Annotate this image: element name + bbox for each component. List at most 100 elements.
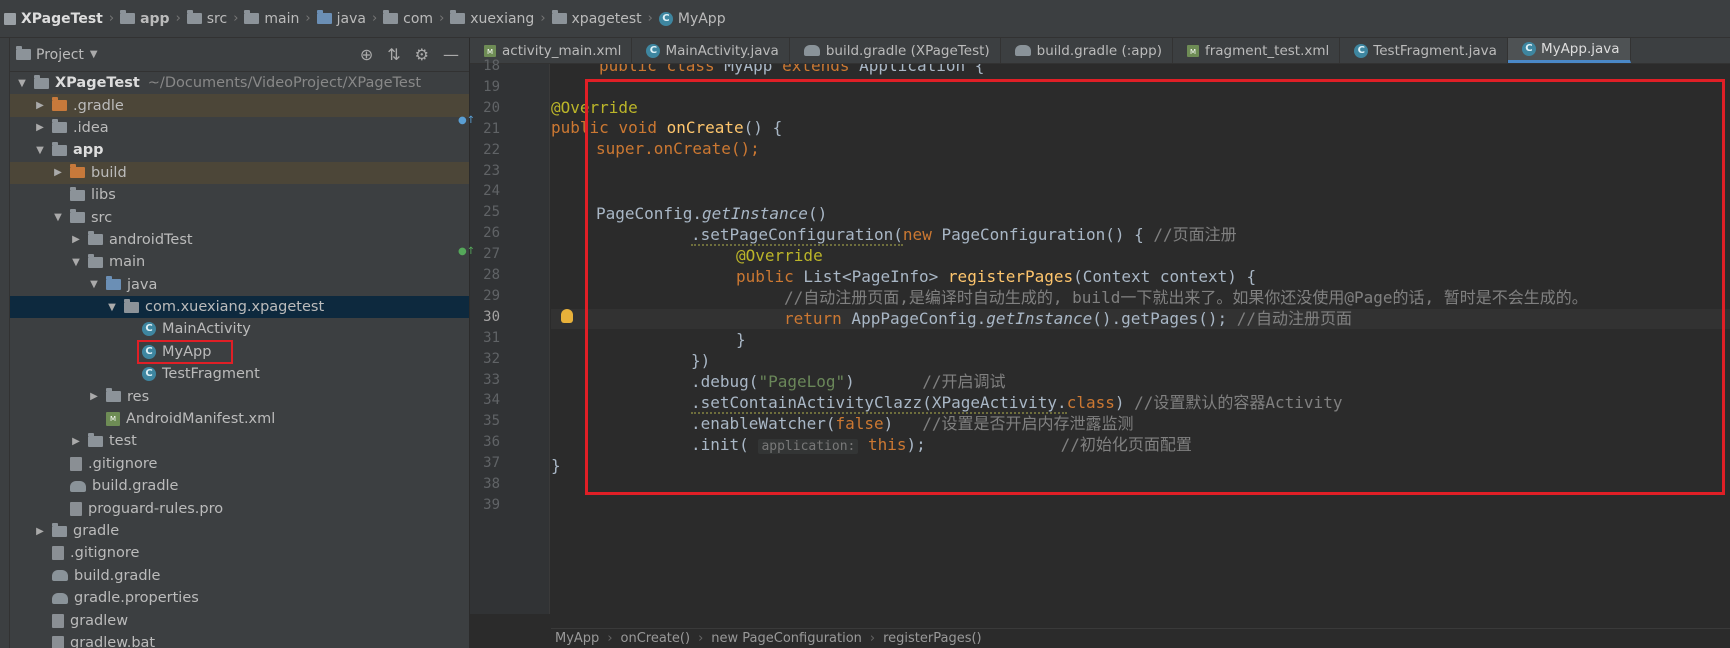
breadcrumb-item[interactable]: java xyxy=(316,10,366,27)
tree-item[interactable]: ▼ app xyxy=(10,139,469,161)
tree-item[interactable]: ▶build.gradle xyxy=(10,475,469,497)
tree-item-label: build.gradle xyxy=(74,567,161,584)
breadcrumb-item[interactable]: com xyxy=(383,10,433,27)
minimize-icon[interactable]: — xyxy=(443,45,459,64)
expanded-arrow-icon[interactable]: ▼ xyxy=(68,257,84,268)
file-icon xyxy=(52,635,64,648)
editor-tab[interactable]: build.gradle (:app) xyxy=(1001,38,1173,63)
line-number: 24 xyxy=(483,183,500,200)
collapsed-arrow-icon[interactable]: ▶ xyxy=(68,436,84,447)
folder-icon xyxy=(70,209,85,224)
folder-icon xyxy=(88,231,103,246)
tree-item[interactable]: ▼ com.xuexiang.xpagetest xyxy=(10,295,469,319)
package-icon xyxy=(450,10,466,24)
tree-item[interactable]: ▶CTestFragment xyxy=(10,363,469,385)
tree-item[interactable]: ▶.gitignore xyxy=(10,542,469,564)
tree-item-label: gradle xyxy=(73,523,120,539)
breadcrumb-item[interactable]: app xyxy=(120,10,170,27)
editor-tab[interactable]: C TestFragment.java xyxy=(1340,38,1508,63)
tree-item-label: com.xuexiang.xpagetest xyxy=(145,299,325,316)
tree-item[interactable]: ▶gradle.properties xyxy=(10,587,469,609)
line-number: 22 xyxy=(483,141,500,158)
tree-item[interactable]: ▶ androidTest xyxy=(10,229,469,251)
package-icon xyxy=(551,10,567,24)
expanded-arrow-icon[interactable]: ▼ xyxy=(50,212,66,223)
tree-item[interactable]: ▶gradlew.bat xyxy=(10,632,469,648)
tool-window-stripe xyxy=(0,38,10,648)
tree-item[interactable]: ▶CMyApp xyxy=(10,341,469,363)
tree-item[interactable]: ▼ XPageTest ~/Documents/VideoProject/XPage… xyxy=(10,72,469,94)
project-path: ~/Documents/VideoProject/XPageTest xyxy=(147,75,422,92)
breadcrumb-item[interactable]: src xyxy=(186,10,227,27)
breadcrumb-item[interactable]: C MyApp xyxy=(658,11,726,27)
code-line: @Override xyxy=(736,246,823,265)
tree-item[interactable]: ▶MAndroidManifest.xml xyxy=(10,408,469,430)
tree-item[interactable]: ▶ gradle xyxy=(10,520,469,542)
folder-icon xyxy=(52,522,67,537)
collapsed-arrow-icon[interactable]: ▶ xyxy=(50,167,66,178)
tree-item[interactable]: ▶libs xyxy=(10,184,469,206)
tree-item[interactable]: ▼ java xyxy=(10,274,469,296)
tree-item[interactable]: ▶build.gradle xyxy=(10,565,469,587)
expanded-arrow-icon[interactable]: ▼ xyxy=(104,302,120,313)
project-panel: Project ▼ ⊕ ⇅ ⚙ — ▼ XPageTest ~/Documents/… xyxy=(10,38,470,648)
editor-tab[interactable]: Mfragment_test.xml xyxy=(1173,38,1341,63)
gear-icon[interactable]: ⚙ xyxy=(415,45,429,64)
tree-item-label: gradlew xyxy=(70,612,129,629)
code-line: public List<PageInfo> registerPages(Cont… xyxy=(736,267,1257,286)
line-number: 31 xyxy=(483,329,500,346)
editor-tab[interactable]: build.gradle (XPageTest) xyxy=(790,38,1001,63)
line-number: 28 xyxy=(483,267,500,283)
code-line: .setPageConfiguration(new PageConfigurat… xyxy=(691,225,1237,246)
tree-item[interactable]: ▶ build xyxy=(10,161,469,184)
collapsed-arrow-icon[interactable]: ▶ xyxy=(32,526,48,537)
collapsed-arrow-icon[interactable]: ▶ xyxy=(32,122,48,133)
tree-item-label: MyApp xyxy=(162,343,212,360)
tree-item[interactable]: ▶gradlew xyxy=(10,609,469,631)
tree-item-label: XPageTest xyxy=(55,75,140,92)
collapse-all-icon[interactable]: ⇅ xyxy=(387,45,400,64)
collapsed-arrow-icon[interactable]: ▶ xyxy=(32,100,48,111)
tree-item[interactable]: ▶ res xyxy=(10,385,469,407)
folder-icon xyxy=(244,10,260,24)
collapsed-arrow-icon[interactable]: ▶ xyxy=(86,391,102,402)
breadcrumb-item[interactable]: main xyxy=(244,10,299,27)
tree-item[interactable]: ▶ test xyxy=(10,430,469,452)
breadcrumb-item[interactable]: xpagetest xyxy=(551,10,642,27)
folder-orange-icon xyxy=(52,97,67,112)
locate-icon[interactable]: ⊕ xyxy=(360,45,373,64)
expanded-arrow-icon[interactable]: ▼ xyxy=(86,279,102,290)
tree-item-label: libs xyxy=(91,187,116,204)
code-breadcrumb-item[interactable]: new PageConfiguration xyxy=(711,631,862,646)
editor-tab[interactable]: C MyApp.java xyxy=(1507,38,1631,63)
tree-item[interactable]: ▶proguard-rules.pro xyxy=(10,497,469,519)
code-breadcrumb-item[interactable]: registerPages() xyxy=(883,631,982,646)
class-icon: C xyxy=(142,344,156,359)
tree-item[interactable]: ▼ main xyxy=(10,251,469,273)
expanded-arrow-icon[interactable]: ▼ xyxy=(14,78,30,89)
xml-icon: M xyxy=(1186,44,1199,57)
chevron-down-icon[interactable]: ▼ xyxy=(90,49,98,60)
collapsed-arrow-icon[interactable]: ▶ xyxy=(68,234,84,245)
tree-item-label: main xyxy=(109,254,146,271)
line-number: 37 xyxy=(483,455,500,472)
lightbulb-icon[interactable] xyxy=(561,309,573,323)
editor-tab-label: activity_main.xml xyxy=(502,42,622,59)
chevron-right-icon: › xyxy=(607,631,613,646)
tree-item[interactable]: ▼ src xyxy=(10,206,469,228)
editor-tab[interactable]: C MainActivity.java xyxy=(632,38,790,63)
editor-tabs: Mactivity_main.xml C MainActivity.java buil… xyxy=(470,38,1730,64)
code-breadcrumb-item[interactable]: onCreate() xyxy=(621,631,691,646)
tree-item[interactable]: ▶CMainActivity xyxy=(10,318,469,340)
code-breadcrumb-item[interactable]: MyApp xyxy=(555,631,599,646)
code-editor[interactable]: public class MyApp extends Application {… xyxy=(551,64,1730,614)
project-tree: ▼ XPageTest ~/Documents/VideoProject/XPage… xyxy=(10,72,469,648)
project-panel-title[interactable]: Project xyxy=(36,47,84,63)
breadcrumb-item[interactable]: xuexiang xyxy=(450,10,534,27)
tree-item[interactable]: ▶ .idea xyxy=(10,117,469,139)
breadcrumb-item[interactable]: XPageTest xyxy=(4,11,103,27)
tree-item[interactable]: ▶.gitignore xyxy=(10,453,469,475)
expanded-arrow-icon[interactable]: ▼ xyxy=(32,145,48,156)
tree-item[interactable]: ▶ .gradle xyxy=(10,94,469,117)
line-number: 35 xyxy=(483,413,500,430)
